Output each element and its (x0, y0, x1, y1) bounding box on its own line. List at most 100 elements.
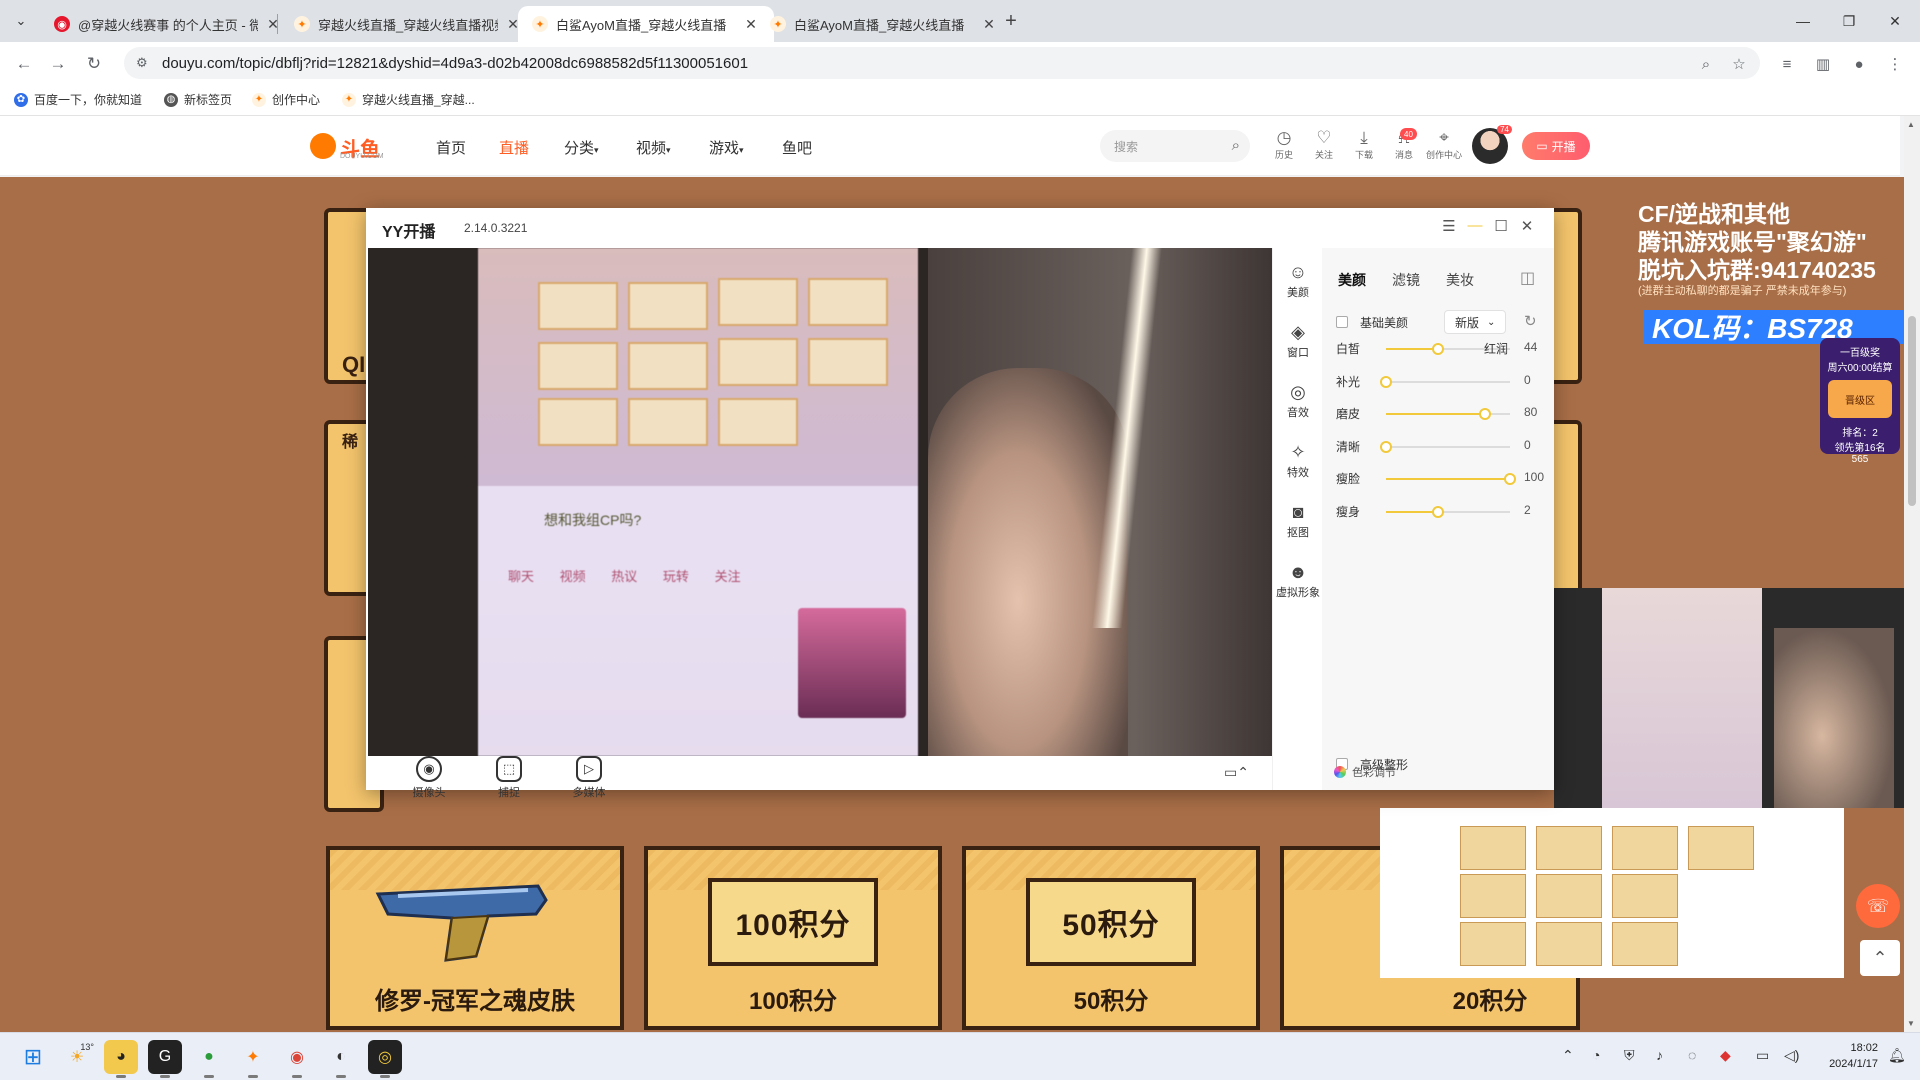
beauty-slider[interactable] (1380, 440, 1510, 453)
nav-games[interactable]: 游戏▾ (709, 137, 744, 158)
address-bar[interactable]: ⚙ douyu.com/topic/dbflj?rid=12821&dyshid… (124, 47, 1760, 79)
reset-icon[interactable]: ↻ (1524, 312, 1537, 330)
nav-category[interactable]: 分类▾ (564, 137, 599, 158)
beauty-slider[interactable] (1380, 375, 1510, 388)
side-window[interactable]: ◈ 窗口 (1273, 322, 1323, 360)
tab-close-icon[interactable]: ✕ (980, 16, 998, 33)
new-tab-button[interactable]: + (998, 8, 1024, 34)
yy-app-icon[interactable]: ◎ (368, 1040, 402, 1078)
slider-knob[interactable] (1504, 473, 1516, 485)
tray-app-icon[interactable]: ◔ (1592, 1047, 1600, 1063)
g-app-icon[interactable]: G (148, 1040, 182, 1078)
douyu-logo[interactable]: 斗鱼 DOUYU.COM (310, 131, 384, 161)
camera-preview[interactable]: 想和我组CP吗? 聊天 视频 热议 玩转 关注 (368, 248, 1272, 756)
profile-icon[interactable]: ● (1848, 53, 1870, 75)
taskbar-clock[interactable]: 18:02 2024/1/17 (1818, 1040, 1878, 1072)
tray-network-icon[interactable]: ◌ (1688, 1047, 1696, 1063)
bookmark-new-tab[interactable]: ◍ 新标签页 (164, 91, 232, 108)
restore-window-icon[interactable]: ❐ (1826, 0, 1872, 42)
browser-tab-1[interactable]: ◉ @穿越火线赛事 的个人主页 - 微博 ✕ (40, 6, 296, 42)
page-scrollbar[interactable]: ▲ ▼ (1904, 116, 1920, 1032)
slider-knob[interactable] (1380, 440, 1392, 453)
notification-bell-icon[interactable]: 🔔︎ (1888, 1047, 1906, 1064)
back-arrow-icon[interactable]: ← (10, 50, 38, 78)
tray-red-app-icon[interactable]: ◆ (1720, 1047, 1731, 1064)
scrollbar-thumb[interactable] (1908, 316, 1916, 506)
compare-split-icon[interactable]: ◫ (1520, 268, 1535, 288)
beauty-slider[interactable] (1386, 408, 1510, 420)
camera-source-button[interactable]: ◉ 摄像头 (404, 756, 454, 800)
slider-knob[interactable] (1479, 408, 1492, 420)
download-button[interactable]: ⤓ 下载 (1346, 128, 1382, 161)
volume-icon[interactable]: ◁) (1784, 1047, 1799, 1064)
basic-beauty-checkbox[interactable] (1336, 316, 1348, 328)
zoom-icon[interactable]: ⌕ (1695, 53, 1717, 75)
slider-knob[interactable] (1432, 505, 1445, 518)
microphone-icon[interactable]: ♪ (1656, 1047, 1663, 1063)
user-avatar[interactable]: 74 (1472, 125, 1512, 164)
close-icon[interactable]: ✕ (1516, 217, 1538, 235)
browser-tab-2[interactable]: ✦ 穿越火线直播_穿越火线直播视频 ✕ (280, 6, 536, 42)
search-icon[interactable]: ⌕ (1232, 137, 1240, 154)
minimize-window-icon[interactable]: — (1780, 0, 1826, 42)
back-to-top-icon[interactable]: ⌃ (1860, 940, 1900, 976)
green-app-icon[interactable]: ● (192, 1040, 226, 1078)
douyu-app-icon[interactable]: ✦ (236, 1040, 270, 1078)
browser-tab-3[interactable]: ✦ 白鲨AyoM直播_穿越火线直播 ✕ (518, 6, 774, 42)
browser-menu-icon[interactable]: ⋮ (1884, 53, 1906, 75)
version-select[interactable]: 新版 ⌄ (1444, 310, 1506, 334)
prize-card-50[interactable]: 50积分 50积分 (962, 846, 1260, 1030)
weather-icon[interactable]: ☀ 13° (60, 1040, 94, 1074)
douyu-search-input[interactable]: 搜索 ⌕ (1100, 130, 1250, 162)
rank-widget[interactable]: 一百级奖 周六00:00结算 晋级区 排名：2 领先第16名 565 (1820, 338, 1900, 465)
close-window-icon[interactable]: ✕ (1872, 0, 1918, 42)
media-control-icon[interactable]: ≡ (1776, 53, 1798, 75)
chrome-icon[interactable]: ◉ (280, 1040, 314, 1078)
media-source-button[interactable]: ▷ 多媒体 (564, 756, 614, 800)
history-button[interactable]: ◷ 历史 (1266, 128, 1302, 161)
yy-title-bar[interactable]: YY开播 2.14.0.3221 ☰ — ☐ ✕ (366, 208, 1554, 248)
scroll-down-icon[interactable]: ▼ (1907, 1019, 1915, 1028)
windows-start-icon[interactable]: ⊞ (16, 1040, 50, 1074)
follow-button[interactable]: ♡ 关注 (1306, 128, 1342, 161)
start-broadcast-button[interactable]: ▭ 开播 (1522, 132, 1590, 160)
display-icon[interactable]: ▭ (1756, 1047, 1769, 1064)
scroll-up-icon[interactable]: ▲ (1907, 120, 1915, 129)
prize-card-100[interactable]: 100积分 100积分 (644, 846, 942, 1030)
slider-knob[interactable] (1432, 343, 1445, 355)
maximize-icon[interactable]: ☐ (1490, 217, 1512, 235)
tab-search-chevron-icon[interactable]: ⌄ (8, 8, 34, 34)
tab-makeup[interactable]: 美妆 (1446, 270, 1474, 290)
prize-card-skin[interactable]: 修罗-冠军之魂皮肤 (326, 846, 624, 1030)
creator-center-button[interactable]: ⌖ 创作中心 (1424, 128, 1464, 161)
bookmark-star-icon[interactable]: ☆ (1728, 53, 1750, 75)
side-avatar[interactable]: ☻ 虚拟形象 (1273, 562, 1323, 600)
tray-shield-icon[interactable]: ⛨ (1624, 1047, 1635, 1064)
beauty-slider[interactable] (1386, 473, 1516, 485)
color-adjust-button[interactable]: 色彩调节 (1334, 764, 1396, 780)
minimize-icon[interactable]: — (1464, 217, 1486, 234)
tray-overflow-icon[interactable]: ⌃ (1562, 1047, 1574, 1064)
side-sound[interactable]: ◎ 音效 (1273, 382, 1323, 420)
owl-app-icon[interactable]: ◕ (104, 1040, 138, 1078)
browser-tab-4[interactable]: ✦ 白鲨AyoM直播_穿越火线直播 ✕ (756, 6, 1012, 42)
nav-live[interactable]: 直播 (499, 137, 529, 158)
tab-filter[interactable]: 滤镜 (1392, 270, 1420, 290)
video-record-icon[interactable]: ▭⌃ (1224, 764, 1249, 781)
bookmark-cf-live[interactable]: ✦ 穿越火线直播_穿越... (342, 91, 475, 108)
site-settings-icon[interactable]: ⚙ (136, 55, 152, 71)
side-effects[interactable]: ✧ 特效 (1273, 442, 1323, 480)
beauty-slider[interactable] (1386, 505, 1510, 518)
side-beauty[interactable]: ☺ 美颜 (1273, 262, 1323, 300)
capture-source-button[interactable]: ⬚ 捕捉 (484, 756, 534, 800)
bookmark-creator[interactable]: ✦ 创作中心 (252, 91, 320, 108)
nav-yuba[interactable]: 鱼吧 (782, 137, 812, 158)
side-panel-icon[interactable]: ▥ (1812, 53, 1834, 75)
reload-icon[interactable]: ↻ (80, 50, 108, 78)
slider-knob[interactable] (1380, 375, 1392, 388)
tab-beauty[interactable]: 美颜 (1338, 270, 1366, 290)
menu-icon[interactable]: ☰ (1438, 217, 1460, 235)
forward-arrow-icon[interactable]: → (44, 50, 72, 78)
bookmark-baidu[interactable]: ✿ 百度一下，你就知道 (14, 91, 142, 108)
rank-zone-button[interactable]: 晋级区 (1828, 380, 1892, 418)
